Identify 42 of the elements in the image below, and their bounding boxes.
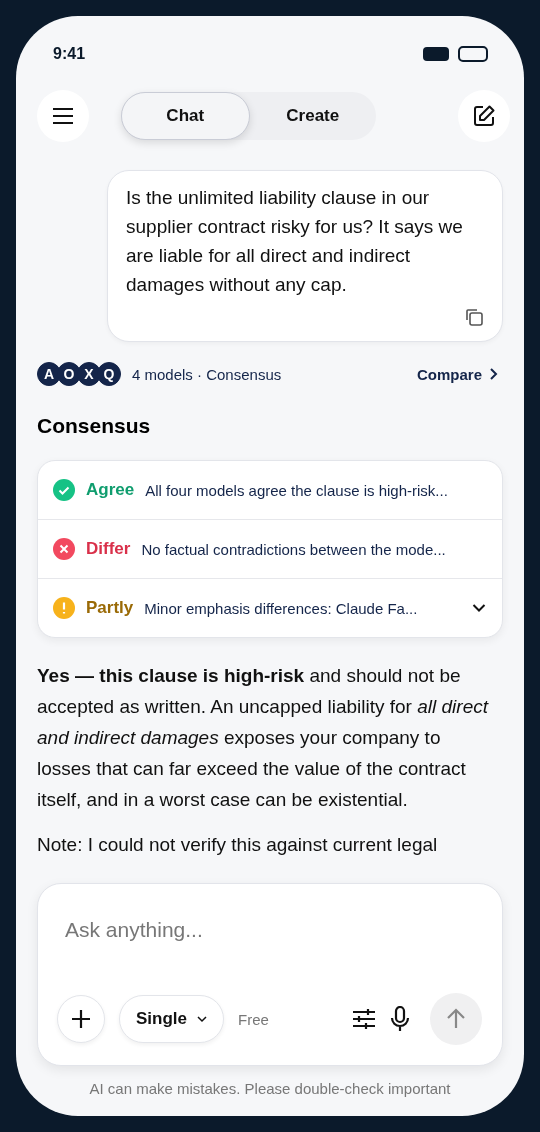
copy-icon[interactable] <box>464 307 484 327</box>
mode-dropdown[interactable]: Single <box>119 995 224 1043</box>
menu-icon <box>52 107 74 125</box>
plus-icon <box>70 1008 92 1030</box>
chevron-right-icon <box>489 367 499 381</box>
answer-note: Note: I could not verify this against current legal <box>37 833 439 857</box>
mode-tab[interactable]: Chat <box>121 92 250 140</box>
consensus-text: No factual contradictions between the mode... <box>141 540 447 558</box>
signal-icon <box>422 46 450 62</box>
battery-icon <box>458 46 488 62</box>
model-avatar: X <box>77 362 101 386</box>
model-avatar: Q <box>97 362 121 386</box>
edit-icon <box>472 104 496 128</box>
disclaimer-text: AI can make mistakes. Please double-check important <box>88 1080 452 1097</box>
microphone-icon[interactable] <box>390 1006 410 1032</box>
edit-button[interactable] <box>458 90 510 142</box>
plan-label: Free <box>238 1010 269 1028</box>
consensus-label: Differ <box>86 539 131 559</box>
mode-tab[interactable]: Create <box>249 92 376 140</box>
answer-paragraph: Yes — this clause is high-risk and should not be accepted as written. An uncapped liability for all direct and indirect damages exposes your company to losses that can far exceed the value of the contract itself, and in a worst case can be existential. <box>37 664 490 812</box>
consensus-text: Minor emphasis differences: Claude Fa... <box>144 599 419 617</box>
sliders-icon[interactable] <box>352 1008 376 1030</box>
send-button[interactable] <box>430 993 482 1045</box>
consensus-label: Agree <box>86 480 135 500</box>
status-time: 9:41 <box>53 45 86 63</box>
message-input[interactable]: Ask anything... <box>57 914 482 946</box>
arrow-up-icon <box>445 1008 467 1030</box>
models-summary: 4 models · Consensus <box>132 365 282 383</box>
consensus-label: Partly <box>86 598 134 618</box>
consensus-text: All four models agree the clause is high-risk... <box>145 481 449 499</box>
caret-icon <box>197 1015 207 1023</box>
message-text: Is the unlimited liability clause in our supplier contract risky for us? It says we are liable for all direct and indirect damages without any cap. <box>126 186 464 297</box>
status-icon <box>53 479 75 501</box>
consensus-heading: Consensus <box>37 414 152 438</box>
status-icon <box>53 538 75 560</box>
model-avatar: A <box>37 362 61 386</box>
add-button[interactable] <box>57 995 105 1043</box>
model-avatar: O <box>57 362 81 386</box>
menu-button[interactable] <box>37 90 89 142</box>
chevron-down-icon[interactable] <box>472 603 486 613</box>
status-icon <box>53 597 75 619</box>
compare-link[interactable]: Compare <box>416 365 503 383</box>
